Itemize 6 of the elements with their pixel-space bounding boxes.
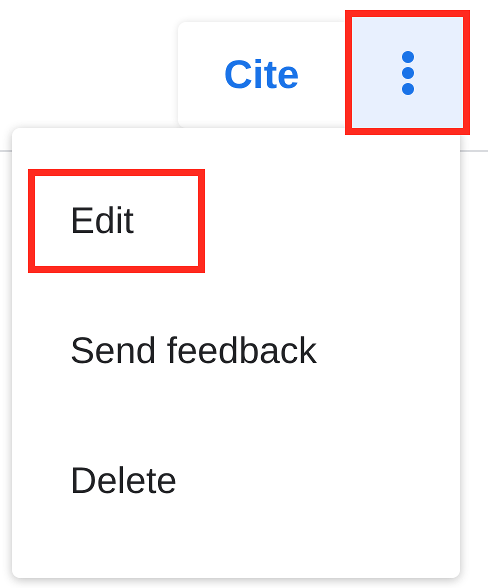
menu-item[interactable]: Delete bbox=[12, 416, 460, 546]
menu-item[interactable]: Edit bbox=[12, 156, 460, 286]
menu-item[interactable]: Send feedback bbox=[12, 286, 460, 416]
more-vertical-icon bbox=[400, 50, 414, 96]
more-button[interactable] bbox=[345, 10, 470, 135]
cite-button[interactable]: Cite bbox=[178, 22, 345, 128]
